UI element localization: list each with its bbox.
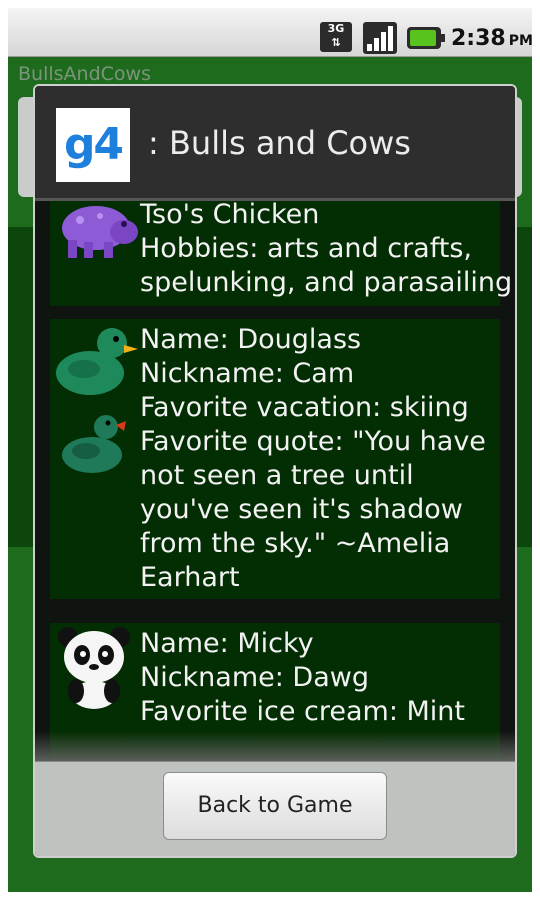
member-line: Favorite ice cream: Mint [140, 696, 466, 727]
signal-bars-icon [363, 22, 397, 54]
network-3g-icon: 3G ⇅ [320, 22, 352, 52]
member-line: Name: Douglass [140, 324, 362, 355]
member-line: Favorite quote: "You have [140, 426, 486, 457]
member-line: Name: Micky [140, 628, 314, 659]
status-bar: 3G ⇅ 2:38 PM [8, 8, 533, 57]
scroll-fade [35, 731, 515, 761]
purple-hippo-icon [62, 206, 138, 258]
member-line: Tso's Chicken [140, 201, 320, 230]
dialog-title: : Bulls and Cows [148, 124, 411, 162]
member-line: from the sky." ~Amelia [140, 528, 451, 559]
member-text: Name: Douglass Nickname: Cam Favorite va… [140, 323, 486, 595]
g4-logo: g4 [56, 108, 130, 182]
clock-ampm: PM [508, 33, 533, 49]
member-card-duck: Name: Douglass Nickname: Cam Favorite va… [50, 319, 500, 599]
dialog-header: g4 : Bulls and Cows [35, 86, 515, 201]
member-line: you've seen it's shadow [140, 494, 463, 525]
panda-icon [58, 627, 130, 709]
clock: 2:38 PM [451, 26, 533, 51]
back-to-game-button[interactable]: Back to Game [163, 772, 387, 840]
app-side-panel-left [8, 227, 34, 547]
green-duck-icon [56, 328, 138, 395]
member-line: Earhart [140, 562, 240, 593]
members-list[interactable]: Tso's Chicken Hobbies: arts and crafts, … [35, 201, 515, 761]
dialog-button-bar: Back to Game [35, 761, 515, 856]
member-line: Favorite vacation: skiing [140, 392, 469, 423]
battery-charging-icon [407, 27, 445, 49]
member-line: Hobbies: arts and crafts, [140, 233, 472, 264]
member-line: Nickname: Dawg [140, 662, 369, 693]
app-title: BullsAndCows [18, 63, 151, 85]
member-line: Nickname: Cam [140, 358, 355, 389]
member-line: spelunking, and parasailing [140, 267, 513, 298]
member-text: Tso's Chicken Hobbies: arts and crafts, … [140, 201, 512, 300]
green-duck-icon [62, 415, 126, 473]
about-dialog: g4 : Bulls and Cows Tso's Chicken Hobbie… [33, 84, 517, 858]
member-text: Name: Micky Nickname: Dawg Favorite ice … [140, 627, 465, 729]
member-line: not seen a tree until [140, 460, 414, 491]
member-card-hippo: Tso's Chicken Hobbies: arts and crafts, … [50, 201, 512, 306]
clock-time: 2:38 [451, 26, 506, 51]
